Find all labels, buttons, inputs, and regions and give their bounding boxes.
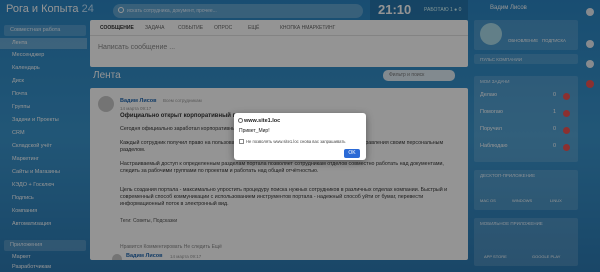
globe-icon [238,118,243,123]
alert-dialog: www.site1.loc Привет_Мир! Не позволять w… [234,113,366,160]
suppress-checkbox-label[interactable]: Не позволять www.site1.loc снова вас зап… [246,139,345,144]
ok-button[interactable]: OK [344,149,360,158]
dialog-message: Привет_Мир! [239,128,270,134]
suppress-checkbox[interactable] [239,139,244,144]
dialog-title: www.site1.loc [244,118,281,124]
